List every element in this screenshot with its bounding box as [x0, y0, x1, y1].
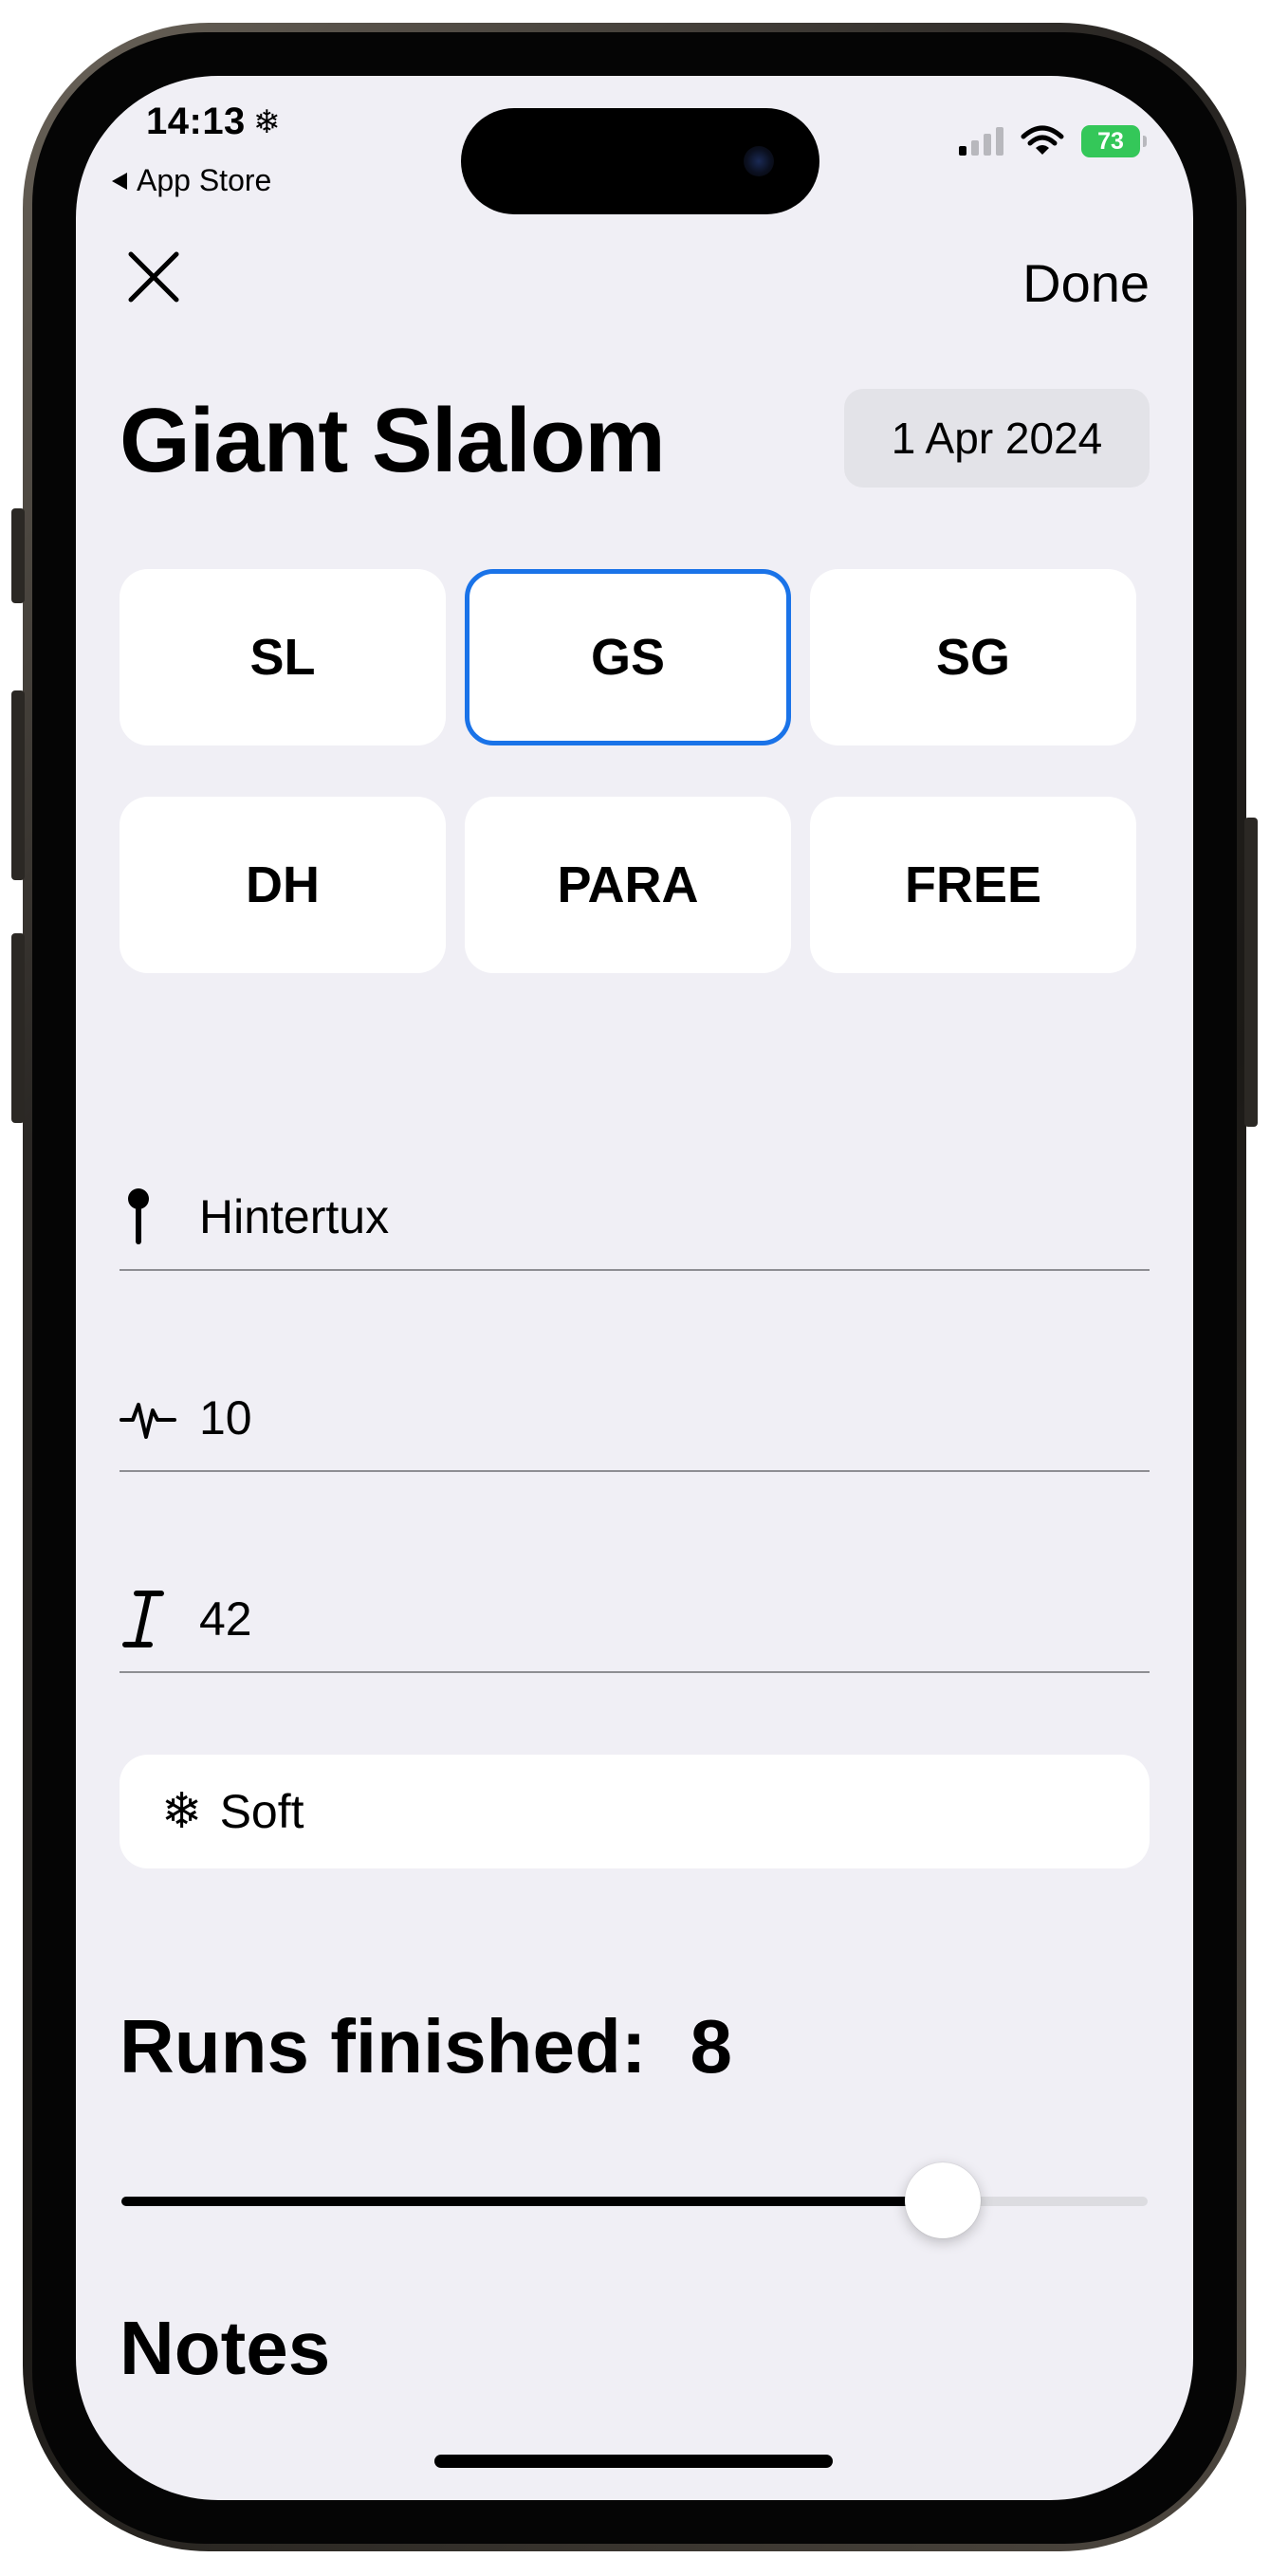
gates-input[interactable] [199, 1390, 1110, 1445]
page-title: Giant Slalom [120, 390, 666, 491]
discipline-sg-button[interactable]: SG [810, 569, 1136, 745]
done-button[interactable]: Done [1022, 252, 1150, 314]
discipline-selector: SL GS SG DH PARA FREE [120, 569, 1150, 973]
power-button [1244, 818, 1258, 1127]
status-time: 14:13 ❄ [146, 101, 281, 143]
discipline-gs-button[interactable]: GS [465, 569, 791, 745]
date-picker-button[interactable]: 1 Apr 2024 [844, 389, 1150, 488]
discipline-para-button[interactable]: PARA [465, 797, 791, 973]
discipline-sl-button[interactable]: SL [120, 569, 446, 745]
action-button [11, 508, 25, 603]
volume-down-button [11, 933, 25, 1123]
notes-heading: Notes [120, 2306, 331, 2390]
slider-thumb[interactable] [904, 2162, 981, 2238]
battery-level: 73 [1097, 127, 1124, 155]
vertical-field [120, 1567, 1150, 1673]
app-screen: 14:13 ❄ App Store 73 Done Giant Slalom 1… [76, 76, 1193, 2500]
battery-icon: 73 [1081, 125, 1147, 157]
dynamic-island [461, 108, 819, 214]
snowflake-icon: ❄ [161, 1784, 203, 1839]
runs-slider[interactable] [121, 2162, 1148, 2238]
runs-finished-heading: Runs finished: 8 [120, 2003, 732, 2090]
discipline-dh-button[interactable]: DH [120, 797, 446, 973]
back-triangle-icon [112, 172, 127, 190]
italic-i-icon [120, 1579, 199, 1659]
location-input[interactable] [199, 1189, 1110, 1244]
gates-field [120, 1366, 1150, 1472]
snow-condition-label: Soft [219, 1785, 304, 1838]
snow-condition-selector[interactable]: ❄ Soft [120, 1755, 1150, 1868]
status-indicators: 73 [959, 125, 1147, 157]
snowflake-status-icon: ❄ [252, 103, 281, 140]
wifi-icon [1021, 125, 1064, 155]
location-field [120, 1165, 1150, 1271]
volume-up-button [11, 690, 25, 880]
close-icon [128, 251, 179, 303]
discipline-free-button[interactable]: FREE [810, 797, 1136, 973]
slider-fill [121, 2197, 943, 2206]
close-button[interactable] [123, 247, 184, 307]
back-label: App Store [137, 163, 272, 197]
pin-icon [120, 1177, 199, 1257]
waveform-icon [120, 1378, 199, 1458]
runs-finished-value: 8 [690, 2004, 733, 2088]
home-indicator[interactable] [434, 2455, 833, 2468]
status-time-text: 14:13 [146, 101, 246, 142]
back-to-app-store[interactable]: App Store [110, 163, 271, 198]
cellular-signal-icon [959, 127, 1003, 156]
front-camera [744, 146, 774, 176]
vertical-input[interactable] [199, 1592, 1110, 1647]
runs-finished-label: Runs finished: [120, 2004, 647, 2088]
